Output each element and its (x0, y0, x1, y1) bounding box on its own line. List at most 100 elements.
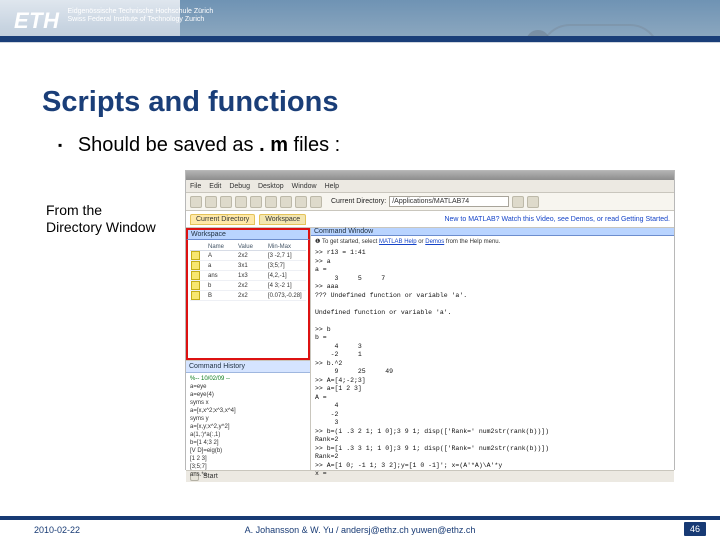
command-window-header: Command Window (311, 228, 674, 236)
menu-desktop[interactable]: Desktop (258, 183, 284, 190)
caption: From the Directory Window (46, 202, 156, 236)
bullet-list: Should be saved as . m files : (58, 134, 340, 157)
tab-workspace[interactable]: Workspace (259, 214, 306, 225)
ws-cell: [3;5;7] (268, 263, 304, 269)
ws-cell: A (208, 253, 238, 259)
hist-line: [3;5;7] (190, 463, 306, 471)
ws-cell: 1x3 (238, 273, 268, 279)
caption-l2: Directory Window (46, 219, 156, 236)
hist-line: a=eye(4) (190, 391, 306, 399)
new-file-icon[interactable] (190, 196, 202, 208)
hist-line: syms x (190, 399, 306, 407)
copy-icon[interactable] (235, 196, 247, 208)
command-history-body[interactable]: %-- 10/02/09 -- a=eye a=eye(4) syms x a=… (186, 373, 310, 481)
ws-cell: [0.073,-0.28] (268, 293, 304, 299)
ws-col-value: Value (238, 244, 268, 250)
hist-line: [V D]=eig(b) (190, 447, 306, 455)
footer-page-number: 46 (684, 522, 706, 536)
matlab-help-link[interactable]: MATLAB Help (379, 239, 417, 245)
getting-started-banner: ❶ To get started, select MATLAB Help or … (311, 236, 674, 247)
hist-line: ans.*a (190, 471, 306, 479)
ws-col-icon (190, 244, 208, 250)
menu-edit[interactable]: Edit (209, 183, 221, 190)
help-icon[interactable] (310, 196, 322, 208)
workspace-table: Name Value Min-Max A2x2[3 -2,7 1] a3x1[3… (190, 244, 306, 301)
matlab-window: File Edit Debug Desktop Window Help Curr… (185, 170, 675, 470)
footer-authors: A. Johansson & W. Yu / andersj@ethz.ch y… (245, 525, 476, 535)
variable-icon (191, 261, 200, 270)
ws-col-range: Min-Max (268, 244, 304, 250)
intro-post: from the Help menu. (446, 239, 500, 245)
current-directory-control: Current Directory: /Applications/MATLAB7… (331, 196, 539, 208)
browse-folder-icon[interactable] (512, 196, 524, 208)
slide: ETH Eidgenössische Technische Hochschule… (0, 0, 720, 540)
eth-logo: ETH Eidgenössische Technische Hochschule… (14, 8, 213, 34)
eth-logo-mark: ETH (14, 8, 60, 34)
ws-cell: 2x2 (238, 283, 268, 289)
ws-row[interactable]: b2x2[4 3;-2 1] (190, 281, 306, 291)
ws-row[interactable]: ans1x3[4,2,-1] (190, 271, 306, 281)
demos-link[interactable]: Demos (425, 239, 444, 245)
curdir-value: /Applications/MATLAB74 (392, 198, 469, 205)
command-history-header: Command History (186, 361, 310, 373)
cut-icon[interactable] (220, 196, 232, 208)
intro-pre: To get started, select (322, 239, 379, 245)
slide-title: Scripts and functions (42, 86, 338, 119)
ws-col-name: Name (208, 244, 238, 250)
shortcuts-bar: Current Directory Workspace New to MATLA… (186, 211, 674, 228)
menu-debug[interactable]: Debug (229, 183, 250, 190)
hist-line: syms y (190, 415, 306, 423)
curdir-label: Current Directory: (331, 198, 386, 205)
caption-l1: From the (46, 202, 156, 219)
menu-help[interactable]: Help (325, 183, 339, 190)
curdir-field[interactable]: /Applications/MATLAB74 (389, 196, 509, 207)
hist-line: a=[x,x^2;x^3,x^4] (190, 407, 306, 415)
bullet-1-post: files : (294, 134, 341, 156)
getting-started-link[interactable]: New to MATLAB? Watch this Video, see Dem… (444, 216, 670, 223)
matlab-titlebar (186, 171, 674, 180)
workspace-pane: Workspace Name Value Min-Max A2x2[3 -2,7… (186, 228, 310, 360)
variable-icon (191, 291, 200, 300)
paste-icon[interactable] (250, 196, 262, 208)
eth-logo-line1: Eidgenössische Technische Hochschule Zür… (68, 8, 214, 16)
ws-cell: ans (208, 273, 238, 279)
right-column: Command Window ❶ To get started, select … (311, 228, 674, 470)
ws-cell: B (208, 293, 238, 299)
matlab-toolbar: Current Directory: /Applications/MATLAB7… (186, 193, 674, 211)
ws-row[interactable]: a3x1[3;5;7] (190, 261, 306, 271)
eth-logo-line2: Swiss Federal Institute of Technology Zu… (68, 16, 214, 24)
up-folder-icon[interactable] (527, 196, 539, 208)
workspace-header: Workspace (186, 228, 310, 240)
bullet-1: Should be saved as . m files : (58, 134, 340, 156)
ws-row[interactable]: A2x2[3 -2,7 1] (190, 251, 306, 261)
open-file-icon[interactable] (205, 196, 217, 208)
banner-white-strip (0, 42, 720, 68)
ws-cell: 2x2 (238, 253, 268, 259)
hist-line: [1 2 3] (190, 455, 306, 463)
footer-date: 2010-02-22 (34, 525, 80, 535)
matlab-menubar: File Edit Debug Desktop Window Help (186, 180, 674, 193)
variable-icon (191, 251, 200, 260)
command-history-pane: Command History %-- 10/02/09 -- a=eye a=… (186, 360, 310, 470)
variable-icon (191, 271, 200, 280)
tab-current-directory[interactable]: Current Directory (190, 214, 255, 225)
redo-icon[interactable] (280, 196, 292, 208)
slide-banner: ETH Eidgenössische Technische Hochschule… (0, 0, 720, 68)
menu-window[interactable]: Window (292, 183, 317, 190)
ws-cell: [4 3;-2 1] (268, 283, 304, 289)
ws-row[interactable]: B2x2[0.073,-0.28] (190, 291, 306, 301)
menu-file[interactable]: File (190, 183, 201, 190)
ws-cell: 3x1 (238, 263, 268, 269)
ws-cell: b (208, 283, 238, 289)
bullet-1-bold: . m (259, 134, 288, 156)
workspace-cols: Name Value Min-Max (190, 244, 306, 251)
bullet-1-pre: Should be saved as (78, 134, 254, 156)
simulink-icon[interactable] (295, 196, 307, 208)
slide-footer: 2010-02-22 A. Johansson & W. Yu / anders… (0, 516, 720, 540)
hist-line: %-- 10/02/09 -- (190, 375, 306, 383)
undo-icon[interactable] (265, 196, 277, 208)
hist-line: b=[1 4;3 2] (190, 439, 306, 447)
hist-line: a=[x,y;x^2,y^2] (190, 423, 306, 431)
ws-cell: a (208, 263, 238, 269)
command-window-body[interactable]: >> r13 = 1:41 >> a a = 3 5 7 >> aaa ??? … (311, 247, 674, 481)
